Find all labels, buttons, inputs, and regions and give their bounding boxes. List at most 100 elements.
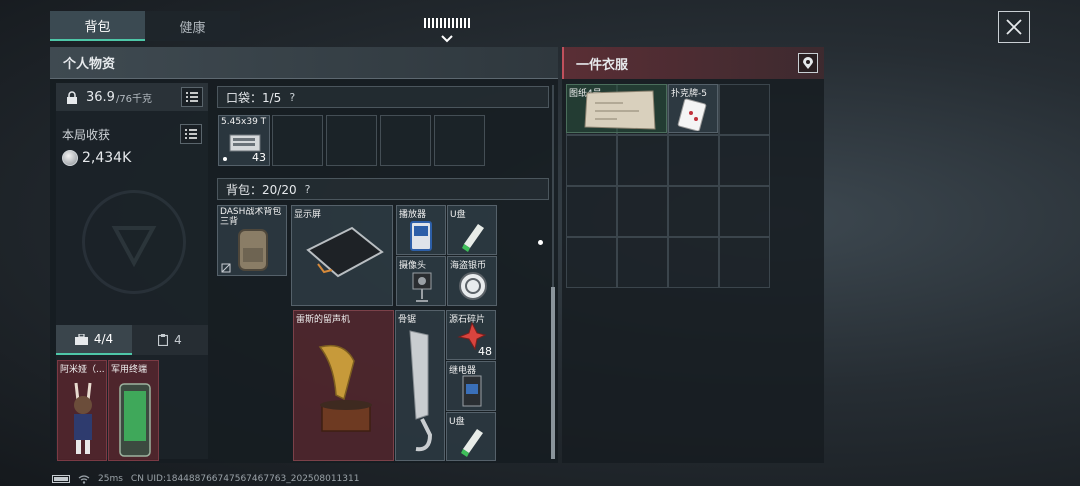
item-camera[interactable]: 摄像头 (396, 256, 446, 306)
clothing-slot[interactable] (668, 135, 719, 186)
item-label: 骨锯 (398, 315, 417, 325)
item-label: 海盗银币 (450, 261, 487, 271)
tab-operators-label: 4/4 (93, 332, 114, 346)
bone-saw-icon (409, 330, 433, 452)
player-icon (410, 221, 432, 251)
item-relay[interactable]: 继电器 (446, 361, 496, 411)
usb-icon (461, 429, 483, 457)
backpack-help-icon[interactable]: ? (305, 183, 311, 196)
shard-count: 48 (478, 345, 492, 358)
item-label: 摄像头 (399, 261, 427, 271)
item-label: 雷斯的留声机 (296, 315, 351, 325)
item-playing-card[interactable]: 扑克牌-5 (668, 84, 718, 133)
clothing-slot[interactable] (719, 135, 770, 186)
pocket-slot-ammo[interactable]: 5.45x39 T 43 (218, 115, 270, 166)
tab-operators[interactable]: 4/4 (56, 325, 132, 355)
pocket-header: 口袋：1/5 ? (217, 86, 549, 108)
clothing-title: 一件衣服 (576, 57, 629, 73)
clothing-slot[interactable] (566, 135, 617, 186)
cursor-dot (538, 240, 543, 245)
pocket-slot[interactable] (326, 115, 377, 166)
backpack-equipped-slot[interactable]: DASH战术背包 三背 (217, 205, 287, 276)
backpack-scrollbar-thumb[interactable] (551, 287, 555, 459)
clothing-slot[interactable] (668, 186, 719, 237)
pocket-label: 口袋：1/5 (226, 90, 282, 105)
clothing-header: 一件衣服 (562, 47, 824, 79)
weight-value: 36.9 (86, 89, 115, 105)
pocket-slot[interactable] (272, 115, 323, 166)
terminal-card[interactable]: 军用终端 (108, 360, 159, 461)
income-label: 本局收获 (62, 128, 111, 142)
silver-coin-icon (459, 272, 487, 300)
tab-health[interactable]: 健康 (145, 11, 240, 41)
clothing-slot[interactable] (617, 237, 668, 288)
item-label: 播放器 (399, 210, 427, 220)
terminal-name: 军用终端 (111, 365, 148, 375)
toolbox-icon (74, 333, 88, 345)
close-button[interactable] (998, 11, 1030, 43)
battery-icon (52, 475, 70, 483)
clothing-slot[interactable] (719, 84, 770, 135)
pocket-help-icon[interactable]: ? (289, 91, 295, 104)
top-tabs: 背包 健康 (50, 11, 240, 41)
tab-gear[interactable]: 4 (132, 325, 208, 355)
no-insure-icon (221, 263, 231, 273)
usb-icon (462, 224, 484, 252)
clothing-slot[interactable] (719, 186, 770, 237)
loadout-tabs: 4/4 4 (56, 325, 208, 355)
weight-unit: /76千克 (115, 93, 153, 105)
clothing-slot[interactable] (617, 135, 668, 186)
pocket-slot[interactable] (434, 115, 485, 166)
camera-icon (412, 272, 432, 302)
clothing-slot[interactable] (668, 237, 719, 288)
emblem-icon (111, 226, 157, 268)
weight-box: 36.9 /76千克 (56, 83, 208, 111)
playing-card-icon (677, 98, 707, 131)
weight-lock-icon (67, 90, 77, 104)
character-card[interactable]: 阿米娅（... (57, 360, 107, 461)
pocket-slot[interactable] (380, 115, 431, 166)
chevron-down-icon (441, 35, 453, 43)
item-blueprint[interactable]: 图纸4号 (566, 84, 667, 133)
item-originium-shard[interactable]: 源石碎片 48 (446, 310, 496, 360)
list-icon (185, 129, 197, 139)
clothing-slot[interactable] (566, 186, 617, 237)
clothing-slot[interactable] (617, 186, 668, 237)
income-list-button[interactable] (180, 124, 202, 144)
item-usb-1[interactable]: U盘 (447, 205, 497, 255)
blueprint-icon (584, 90, 656, 130)
location-button[interactable] (798, 53, 818, 73)
income-value: 2,434K (82, 150, 132, 166)
close-icon (1006, 19, 1022, 35)
item-monitor[interactable]: 显示屏 (291, 205, 393, 306)
backpack-header: 背包：20/20 ? (217, 178, 549, 200)
uid-text: CN UID:1844887667475674677​63_2025080113… (130, 474, 360, 484)
terminal-icon (119, 383, 151, 457)
gramophone-icon (318, 344, 372, 432)
monitor-icon (306, 226, 384, 278)
item-player[interactable]: 播放器 (396, 205, 446, 255)
operator-portrait-icon (74, 382, 92, 454)
tab-backpack[interactable]: 背包 (50, 11, 145, 41)
personal-title: 个人物资 (50, 47, 558, 79)
clothing-slot[interactable] (566, 237, 617, 288)
item-label: 显示屏 (294, 210, 322, 220)
ping-value: 25ms (98, 474, 123, 484)
item-usb-2[interactable]: U盘 (446, 412, 496, 461)
location-pin-icon (803, 56, 813, 69)
ammo-count: 43 (252, 151, 266, 164)
collapse-handle[interactable] (424, 18, 470, 46)
faction-emblem (82, 190, 186, 294)
list-icon (186, 92, 198, 102)
clothing-slot[interactable] (719, 237, 770, 288)
wifi-icon (78, 474, 90, 484)
ammo-label: 5.45x39 T (221, 117, 267, 127)
backpack-icon (238, 229, 268, 271)
coin-icon (62, 150, 78, 166)
item-bone-saw[interactable]: 骨锯 (395, 310, 445, 461)
item-gramophone[interactable]: 雷斯的留声机 (293, 310, 394, 461)
clipboard-icon (158, 334, 169, 346)
relay-icon (462, 375, 482, 407)
item-pirate-coin[interactable]: 海盗银币 (447, 256, 497, 306)
weight-list-button[interactable] (181, 87, 203, 107)
